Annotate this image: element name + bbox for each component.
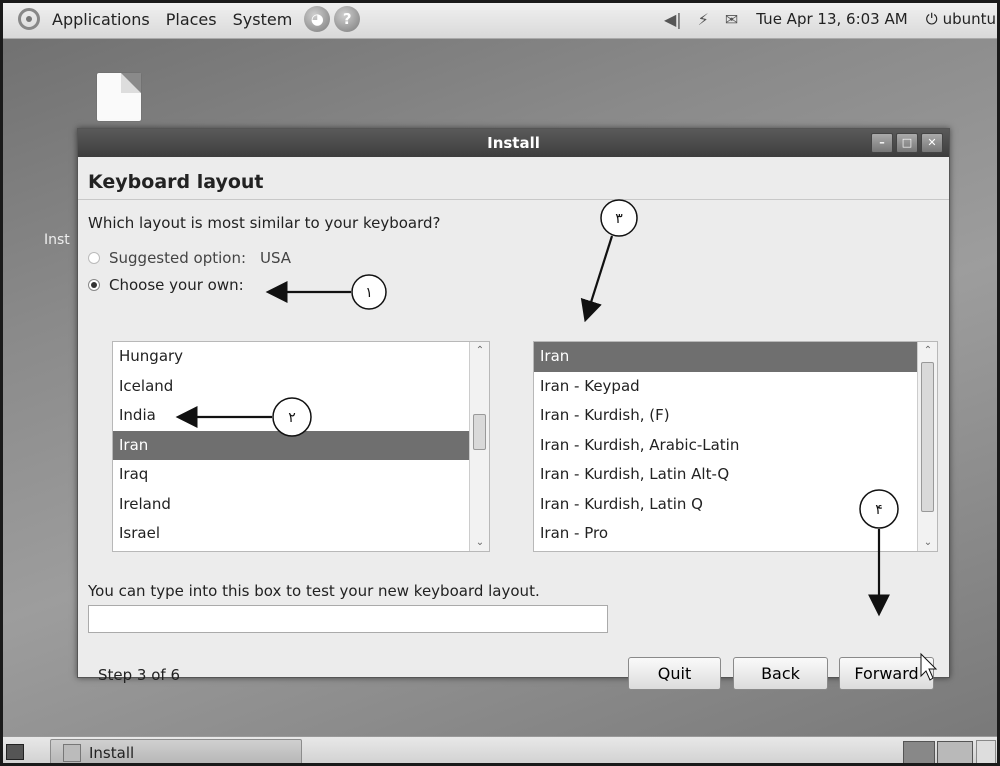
scroll-thumb[interactable] — [473, 414, 486, 450]
window-titlebar[interactable]: Install – □ ✕ — [78, 129, 949, 157]
variant-item[interactable]: Iran - Kurdish, Latin Q — [534, 490, 918, 520]
title-divider — [78, 199, 949, 200]
variant-item-selected[interactable]: Iran — [534, 342, 918, 372]
scroll-down-icon[interactable]: ⌄ — [918, 537, 938, 548]
country-item-selected[interactable]: Iran — [113, 430, 470, 460]
scroll-thumb[interactable] — [921, 362, 934, 512]
country-item[interactable]: Iraq — [113, 460, 470, 490]
suggested-option-radio[interactable]: Suggested option: USA — [88, 244, 939, 271]
variant-item[interactable]: Iran - Kurdish, Arabic-Latin — [534, 431, 918, 461]
variant-list-scrollbar[interactable]: ⌃ ⌄ — [917, 342, 937, 551]
forward-button[interactable]: Forward — [839, 657, 934, 690]
radio-unchecked-icon — [88, 251, 100, 264]
country-item[interactable]: Iceland — [113, 372, 470, 402]
workspace-1[interactable] — [903, 741, 935, 765]
close-button[interactable]: ✕ — [921, 133, 943, 153]
install-window: Install – □ ✕ Keyboard layout Which layo… — [77, 128, 950, 690]
network-icon[interactable]: ⚡ — [698, 10, 709, 29]
keyboard-test-input[interactable] — [88, 605, 608, 633]
variant-item[interactable]: Iran - Kurdish, Latin Alt-Q — [534, 460, 918, 490]
clock[interactable]: Tue Apr 13, 6:03 AM — [756, 10, 907, 28]
window-content: Keyboard layout Which layout is most sim… — [78, 157, 949, 690]
variant-item[interactable]: Iran - Kurdish, (F) — [534, 401, 918, 431]
country-item[interactable]: India — [113, 401, 470, 431]
menu-places[interactable]: Places — [158, 0, 225, 38]
menu-system[interactable]: System — [225, 0, 301, 38]
layout-lists: Hungary Iceland India Iran Iraq Ireland … — [112, 341, 942, 552]
ubuntu-logo-icon — [18, 8, 40, 30]
page-title: Keyboard layout — [88, 171, 264, 193]
help-icon[interactable]: ? — [334, 6, 361, 32]
step-indicator: Step 3 of 6 — [98, 666, 181, 684]
desktop-screen: Applications Places System ◕ ? ◀| ⚡ ✉ Tu… — [0, 0, 1000, 766]
system-tray: ◀| ⚡ ✉ Tue Apr 13, 6:03 AM ⏻ ubuntu — [656, 0, 1000, 38]
web-browser-icon[interactable]: ◕ — [304, 6, 331, 32]
maximize-button[interactable]: □ — [896, 133, 918, 153]
trash-icon[interactable] — [976, 740, 996, 764]
show-desktop-icon[interactable] — [6, 744, 24, 760]
scroll-up-icon[interactable]: ⌃ — [470, 345, 490, 356]
variant-item[interactable]: Iran - Pro — [534, 519, 918, 549]
layout-question: Which layout is most similar to your key… — [88, 214, 441, 232]
mail-icon[interactable]: ✉ — [725, 10, 738, 29]
minimize-button[interactable]: – — [871, 133, 893, 153]
bottom-panel: Install — [0, 736, 1000, 766]
power-icon: ⏻ — [925, 10, 938, 28]
window-controls: – □ ✕ — [871, 133, 943, 153]
choose-own-label: Choose your own: — [109, 275, 244, 294]
country-item[interactable]: Ireland — [113, 490, 470, 520]
scroll-up-icon[interactable]: ⌃ — [918, 345, 938, 356]
country-list[interactable]: Hungary Iceland India Iran Iraq Ireland … — [112, 341, 490, 552]
main-menu: Applications Places System ◕ ? — [18, 0, 361, 38]
desktop-file-icon[interactable] — [97, 73, 141, 121]
user-name: ubuntu — [942, 10, 996, 28]
suggested-option-label: Suggested option: — [109, 248, 246, 267]
variant-list[interactable]: Iran Iran - Keypad Iran - Kurdish, (F) I… — [533, 341, 938, 552]
country-item[interactable]: Israel — [113, 519, 470, 549]
quit-button[interactable]: Quit — [628, 657, 721, 690]
variant-item[interactable]: Iran - Keypad — [534, 372, 918, 402]
desktop-icon-label[interactable]: Inst — [44, 232, 70, 248]
back-button[interactable]: Back — [733, 657, 828, 690]
test-box-label: You can type into this box to test your … — [88, 582, 540, 600]
top-panel: Applications Places System ◕ ? ◀| ⚡ ✉ Tu… — [0, 0, 1000, 39]
choose-own-radio[interactable]: Choose your own: — [88, 271, 939, 298]
country-list-scrollbar[interactable]: ⌃ ⌄ — [469, 342, 489, 551]
country-item[interactable]: Hungary — [113, 342, 470, 372]
window-title: Install — [487, 134, 540, 152]
menu-applications[interactable]: Applications — [44, 0, 158, 38]
volume-icon[interactable]: ◀| — [664, 10, 682, 29]
radio-checked-icon — [88, 278, 100, 291]
scroll-down-icon[interactable]: ⌄ — [470, 537, 490, 548]
user-menu[interactable]: ⏻ ubuntu — [926, 10, 996, 28]
installer-icon — [63, 743, 81, 762]
workspace-2[interactable] — [937, 741, 973, 765]
taskbar-item-install[interactable]: Install — [50, 739, 302, 766]
taskbar-item-label: Install — [89, 743, 135, 762]
suggested-option-value: USA — [260, 248, 292, 267]
